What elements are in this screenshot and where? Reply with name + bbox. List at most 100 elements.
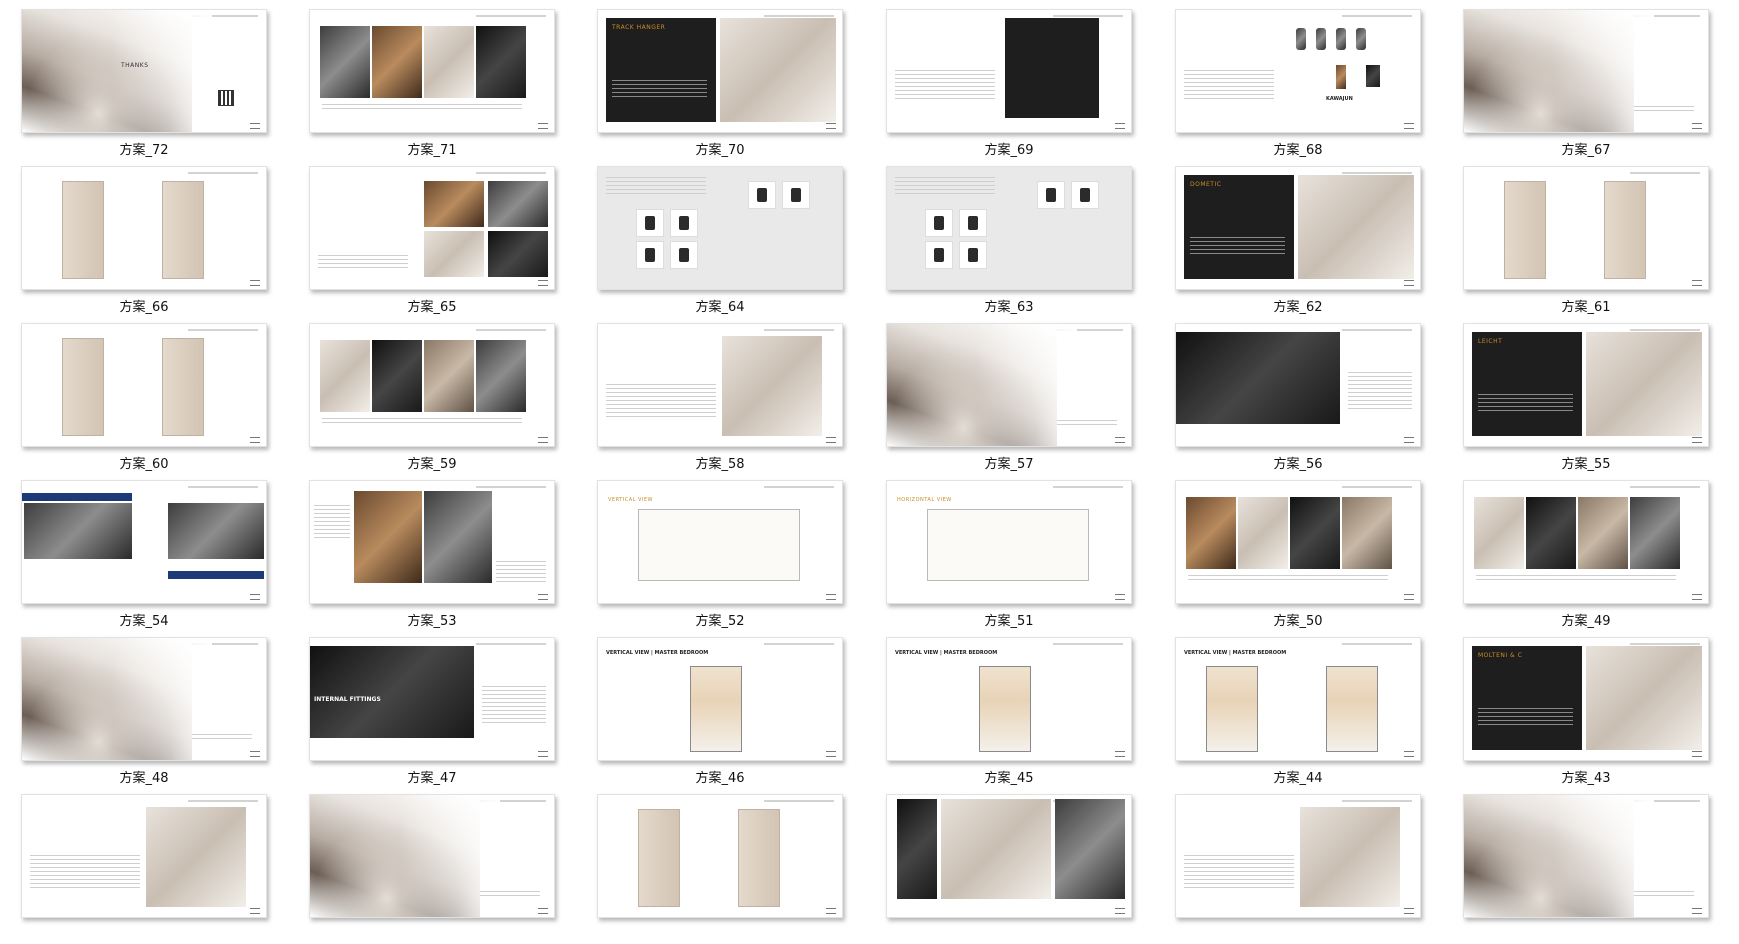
thumbnail-image[interactable] xyxy=(886,323,1132,447)
product-icon xyxy=(748,181,776,209)
thumbnail-image[interactable] xyxy=(21,166,267,290)
thumbnail-item[interactable]: 方案_63 xyxy=(886,166,1132,316)
product-icon xyxy=(670,241,698,269)
section-title: INTERNAL FITTINGS xyxy=(314,696,381,703)
thumbnail-caption: 方案_52 xyxy=(695,614,745,629)
drawing-title: VERTICAL VIEW | MASTER BEDROOM xyxy=(606,650,709,656)
thumbnail-image[interactable]: THANKS xyxy=(21,9,267,133)
thumbnail-image[interactable] xyxy=(309,323,555,447)
drawing-title: VERTICAL VIEW xyxy=(608,497,654,503)
thumbnail-item[interactable]: VERTICAL VIEW | MASTER BEDROOM 方案_44 xyxy=(1175,637,1421,787)
thumbnail-image[interactable] xyxy=(1463,166,1709,290)
thumbnail-image[interactable] xyxy=(21,794,267,918)
thumbnail-item[interactable]: 方案_58 xyxy=(597,323,843,473)
logo-mark xyxy=(1404,437,1414,443)
thumbnail-caption: 方案_51 xyxy=(984,614,1034,629)
thumbnail-item[interactable]: 方案_54 xyxy=(21,480,267,630)
thumbnail-item[interactable]: 方案_53 xyxy=(309,480,555,630)
page-header-line xyxy=(764,15,834,17)
thumbnail-image[interactable] xyxy=(309,480,555,604)
thumbnail-caption: 方案_60 xyxy=(119,457,169,472)
logo-mark xyxy=(1692,280,1702,286)
thumbnail-item[interactable]: 方案_65 xyxy=(309,166,555,316)
thumbnail-item[interactable] xyxy=(886,794,1132,944)
thumbnail-item[interactable]: 方案_60 xyxy=(21,323,267,473)
thumbnail-image[interactable] xyxy=(886,794,1132,918)
thumbnail-item[interactable]: VERTICAL VIEW | MASTER BEDROOM 方案_45 xyxy=(886,637,1132,787)
thumbnail-image[interactable]: VERTICAL VIEW xyxy=(597,480,843,604)
thumbnail-image[interactable]: MOLTENI & C xyxy=(1463,637,1709,761)
thumbnail-item[interactable]: INTERNAL FITTINGS 方案_47 xyxy=(309,637,555,787)
thumbnail-image[interactable]: LEICHT xyxy=(1463,323,1709,447)
thumbnail-image[interactable] xyxy=(1175,794,1421,918)
thumbnail-item[interactable]: HORIZONTAL VIEW 方案_51 xyxy=(886,480,1132,630)
product-icon xyxy=(1037,181,1065,209)
thumbnail-caption: 方案_44 xyxy=(1273,771,1323,786)
logo-mark xyxy=(826,437,836,443)
thumbnail-item[interactable]: 方案_49 xyxy=(1463,480,1709,630)
product-icon xyxy=(959,209,987,237)
thumbnail-item[interactable]: 方案_71 xyxy=(309,9,555,159)
thumbnail-item[interactable]: LEICHT 方案_55 xyxy=(1463,323,1709,473)
thumbnail-image[interactable]: VERTICAL VIEW | MASTER BEDROOM xyxy=(886,637,1132,761)
thumbnail-image[interactable]: INTERNAL FITTINGS xyxy=(309,637,555,761)
thumbnail-image[interactable] xyxy=(597,166,843,290)
thumbnail-item[interactable]: 方案_69 xyxy=(886,9,1132,159)
thumbnail-item[interactable]: 方案_48 xyxy=(21,637,267,787)
page-header-line xyxy=(1342,172,1412,174)
thumbnail-item[interactable]: 方案_67 xyxy=(1463,9,1709,159)
thumbnail-image[interactable] xyxy=(886,9,1132,133)
page-header-line xyxy=(1630,486,1700,488)
thumbnail-item[interactable] xyxy=(21,794,267,944)
thumbnail-image[interactable] xyxy=(21,480,267,604)
thumbnail-item[interactable]: THANKS 方案_72 xyxy=(21,9,267,159)
thumbnail-image[interactable]: HORIZONTAL VIEW xyxy=(886,480,1132,604)
thumbnail-item[interactable]: KAWAJUN 方案_68 xyxy=(1175,9,1421,159)
thumbnail-image[interactable] xyxy=(309,9,555,133)
thumbnail-item[interactable]: VERTICAL VIEW | MASTER BEDROOM 方案_46 xyxy=(597,637,843,787)
thumbnail-image[interactable] xyxy=(21,637,267,761)
page-header-line xyxy=(188,486,258,488)
thumbnail-item[interactable]: 方案_50 xyxy=(1175,480,1421,630)
thumbnail-image[interactable] xyxy=(21,323,267,447)
brand-title: MOLTENI & C xyxy=(1478,652,1523,659)
thumbnail-item[interactable]: 方案_57 xyxy=(886,323,1132,473)
thumbnail-image[interactable] xyxy=(1463,9,1709,133)
page-header-line xyxy=(476,172,546,174)
thumbnail-item[interactable]: 方案_64 xyxy=(597,166,843,316)
thumbnail-image[interactable] xyxy=(886,166,1132,290)
thumbnail-image[interactable] xyxy=(1175,480,1421,604)
thumbnail-caption: 方案_64 xyxy=(695,300,745,315)
thumbnail-item[interactable]: 方案_66 xyxy=(21,166,267,316)
thumbnail-item[interactable]: VERTICAL VIEW 方案_52 xyxy=(597,480,843,630)
thumbnail-image[interactable]: DOMETIC xyxy=(1175,166,1421,290)
logo-mark xyxy=(1692,908,1702,914)
thumbnail-item[interactable]: 方案_59 xyxy=(309,323,555,473)
thumbnail-image[interactable]: VERTICAL VIEW | MASTER BEDROOM xyxy=(1175,637,1421,761)
thumbnail-item[interactable]: 方案_61 xyxy=(1463,166,1709,316)
thumbnail-item[interactable] xyxy=(309,794,555,944)
thumbnail-image[interactable]: VERTICAL VIEW | MASTER BEDROOM xyxy=(597,637,843,761)
thumbnail-image[interactable]: TRACK HANGER xyxy=(597,9,843,133)
thumbnail-image[interactable] xyxy=(309,794,555,918)
page-header-line xyxy=(1342,15,1412,17)
thumbnail-item[interactable]: TRACK HANGER 方案_70 xyxy=(597,9,843,159)
thumbnail-image[interactable] xyxy=(1463,480,1709,604)
thumbnail-item[interactable]: DOMETIC 方案_62 xyxy=(1175,166,1421,316)
thumbnail-item[interactable] xyxy=(597,794,843,944)
logo-mark xyxy=(1404,280,1414,286)
thumbnail-image[interactable] xyxy=(309,166,555,290)
thumbnail-item[interactable] xyxy=(1175,794,1421,944)
thumbnail-item[interactable] xyxy=(1463,794,1709,944)
thumbnail-image[interactable]: KAWAJUN xyxy=(1175,9,1421,133)
thumbnail-image[interactable] xyxy=(597,323,843,447)
logo-mark xyxy=(1692,437,1702,443)
thumbnail-grid: THANKS 方案_72 方案_71 TRACK HANGER 方案_70 方案_69 KA… xyxy=(0,0,1739,918)
thumbnail-item[interactable]: MOLTENI & C 方案_43 xyxy=(1463,637,1709,787)
thumbnail-item[interactable]: 方案_56 xyxy=(1175,323,1421,473)
page-header-line xyxy=(476,643,546,645)
thumbnail-image[interactable] xyxy=(1175,323,1421,447)
logo-mark xyxy=(1404,594,1414,600)
thumbnail-image[interactable] xyxy=(597,794,843,918)
thumbnail-image[interactable] xyxy=(1463,794,1709,918)
